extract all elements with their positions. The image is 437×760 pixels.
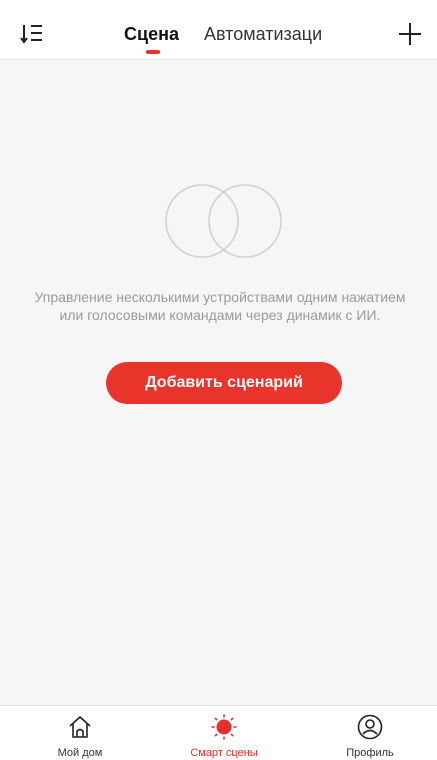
plus-icon[interactable] [396, 20, 424, 48]
nav-label-my-home: Мой дом [57, 747, 103, 759]
nav-label-profile: Профиль [346, 747, 394, 759]
nav-label-smart-scenes: Смарт сцены [190, 747, 258, 759]
nav-item-smart-scenes[interactable]: Смарт сцены [164, 706, 284, 760]
nav-item-my-home[interactable]: Мой дом [20, 706, 140, 760]
top-header: Сцена Автоматизаци [0, 0, 437, 60]
sun-icon [211, 714, 237, 740]
add-scenario-button[interactable]: Добавить сценарий [106, 362, 342, 404]
sort-list-icon[interactable] [20, 22, 50, 46]
bottom-navigation: Мой дом Смарт сцены Профиль [0, 705, 437, 760]
profile-icon [357, 714, 383, 740]
tab-scene[interactable]: Сцена [124, 24, 179, 45]
active-tab-indicator [146, 50, 160, 54]
smart-scenes-screen: Сцена Автоматизаци Управление нескольким… [0, 0, 437, 760]
empty-state-description: Управление несколькими устройствами одни… [34, 289, 406, 323]
tab-automation[interactable]: Автоматизаци [204, 24, 322, 45]
overlapping-circles-icon [164, 182, 286, 260]
home-icon [67, 714, 93, 740]
nav-item-profile[interactable]: Профиль [310, 706, 430, 760]
